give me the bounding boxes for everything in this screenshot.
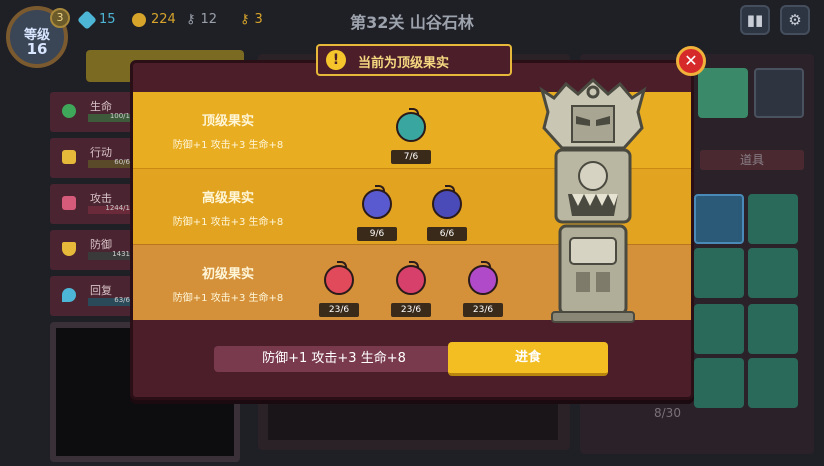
- empty-slot[interactable]: [754, 68, 804, 118]
- stat-bar: 60/6: [88, 158, 132, 168]
- stat-value: 63/6: [114, 296, 130, 304]
- tier-name: 顶级果实: [201, 114, 254, 129]
- stat-value: 100/1: [109, 112, 130, 120]
- level-value: 16: [26, 40, 48, 58]
- stat-name: 防御: [90, 238, 112, 251]
- tier-bonus: 防御+1 攻击+3 生命+8: [172, 140, 284, 151]
- fruit-icon: [468, 265, 498, 295]
- stat-defense: 防御 1431: [50, 230, 134, 270]
- stat-name: 行动: [90, 146, 112, 159]
- fruit-count: 7/6: [391, 150, 431, 164]
- tier-bonus: 防御+1 攻击+3 生命+8: [172, 217, 284, 228]
- fruit-count: 9/6: [357, 227, 397, 241]
- stat-action: 行动 60/6: [50, 138, 134, 178]
- eat-button[interactable]: 进食: [448, 342, 608, 376]
- stat-bar: 100/1: [88, 112, 132, 122]
- ring-slot[interactable]: [748, 248, 798, 298]
- warning-icon: !: [326, 50, 346, 70]
- stage-title: 第32关 山谷石林: [350, 13, 474, 32]
- stat-bar: 63/6: [88, 296, 132, 306]
- dialog-title-banner: ! 当前为顶级果实: [316, 44, 512, 76]
- totem-slot-right: [596, 272, 610, 292]
- close-button[interactable]: ✕: [676, 46, 706, 76]
- totem-panel: [569, 237, 617, 265]
- fruit-icon: [396, 112, 426, 142]
- stat-name: 生命: [90, 100, 112, 113]
- fruit-item[interactable]: 23/6: [391, 261, 431, 317]
- boot-slot[interactable]: [694, 304, 744, 354]
- drop-icon: [62, 288, 76, 302]
- fruit-icon: [396, 265, 426, 295]
- boot-slot[interactable]: [694, 358, 744, 408]
- stat-bar: 1244/1: [88, 204, 132, 214]
- armor-slot[interactable]: [698, 68, 748, 118]
- fruit-count: 6/6: [427, 227, 467, 241]
- fruit-count: 23/6: [463, 303, 503, 317]
- sword-slot[interactable]: [748, 194, 798, 244]
- sword-slot[interactable]: [694, 248, 744, 298]
- dialog-title: 当前为顶级果实: [358, 56, 450, 71]
- inventory-page-count: 8/30: [654, 406, 681, 420]
- fruit-count: 23/6: [319, 303, 359, 317]
- fruit-icon: [324, 265, 354, 295]
- stat-hp: 生命 100/1: [50, 92, 134, 132]
- sword-slot[interactable]: [694, 194, 744, 244]
- heart-icon: [62, 104, 76, 118]
- fruit-item[interactable]: 7/6: [391, 108, 431, 164]
- shield-icon: [62, 242, 76, 256]
- fruit-item[interactable]: 6/6: [427, 185, 467, 241]
- totem-pedestal: [551, 311, 635, 323]
- stone-totem-image: [539, 77, 647, 323]
- boot-slot[interactable]: [748, 304, 798, 354]
- stat-attack: 攻击 1244/1: [50, 184, 134, 224]
- fist-icon: [62, 196, 76, 210]
- stat-value: 1431: [112, 250, 130, 258]
- tier-name: 高级果实: [201, 191, 254, 206]
- fruit-item[interactable]: 23/6: [319, 261, 359, 317]
- stat-regen: 回复 63/6: [50, 276, 134, 316]
- stat-value: 60/6: [114, 158, 130, 166]
- middle-panel-inner: [268, 400, 558, 440]
- fruit-count: 23/6: [391, 303, 431, 317]
- tab-items[interactable]: 道具: [700, 150, 804, 170]
- fruit-icon: [362, 189, 392, 219]
- top-bar: 等级 16 3 15 224 ⚷ 12 ⚷ 3 第32关 山谷石林 ▮▮ ⚙: [0, 0, 824, 68]
- boot-slot[interactable]: [748, 358, 798, 408]
- fruit-item[interactable]: 23/6: [463, 261, 503, 317]
- tier-bonus: 防御+1 攻击+3 生命+8: [172, 293, 284, 304]
- fruit-icon: [432, 189, 462, 219]
- bolt-icon: [62, 150, 76, 164]
- book-icon[interactable]: ▮▮: [740, 5, 770, 35]
- totem-slot-left: [576, 272, 590, 292]
- fruit-item[interactable]: 9/6: [357, 185, 397, 241]
- gear-icon[interactable]: ⚙: [780, 5, 810, 35]
- tier-name: 初级果实: [201, 267, 254, 282]
- stat-bar: 1431: [88, 250, 132, 260]
- stat-name: 回复: [90, 284, 112, 297]
- stat-value: 1244/1: [105, 204, 130, 212]
- totem-orb: [578, 161, 608, 191]
- total-bonus-bar: 防御+1 攻击+3 生命+8: [214, 346, 454, 372]
